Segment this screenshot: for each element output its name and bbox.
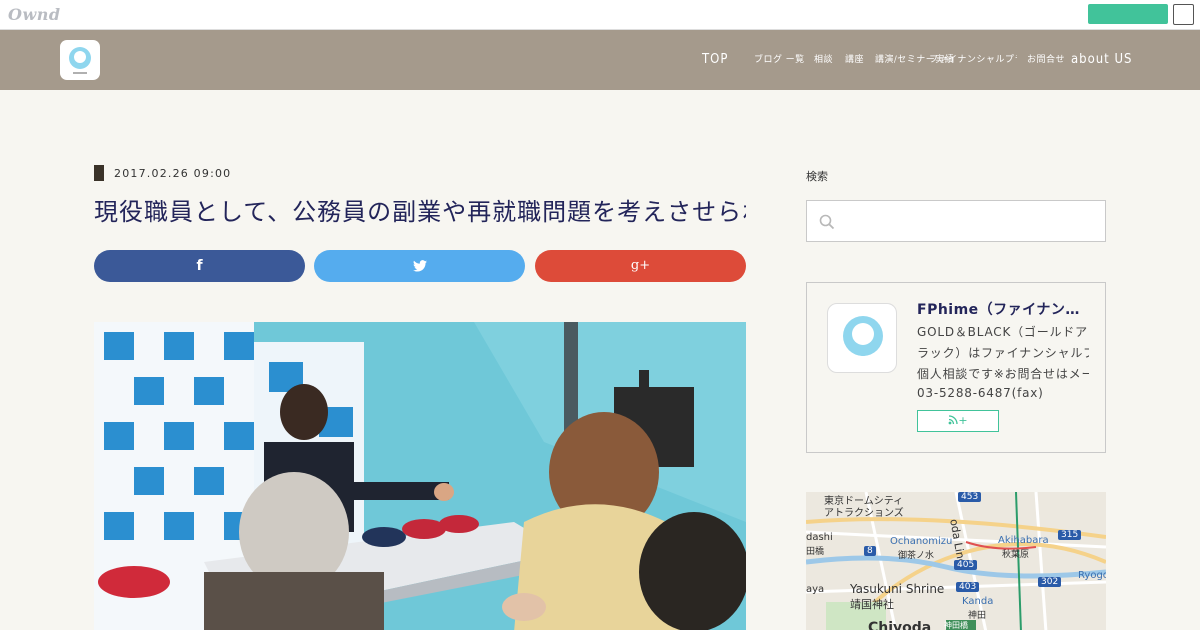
nav-consult[interactable]: 相談 [814, 30, 833, 90]
map-label-ochanomizu: Ochanomizu [890, 536, 953, 547]
nav-contact[interactable]: お問合せ [1027, 30, 1065, 90]
article-title: 現役職員として、公務員の副業や再就職問題を考えさせられる一日でした [94, 198, 746, 226]
profile-description-line: 03-5288-6487(fax) [917, 386, 1044, 400]
map-label-tabashi: 田橋 [806, 547, 825, 557]
route-badge: 302 [1038, 577, 1062, 587]
map-label-yasukuni-jp: 靖国神社 [850, 598, 894, 611]
search-heading: 検索 [806, 170, 828, 183]
nav-course[interactable]: 講座 [845, 30, 864, 90]
route-badge: 453 [958, 492, 982, 502]
map-label-yasukuni: Yasukuni Shrine [850, 582, 945, 596]
seminar-photo-illustration [94, 322, 746, 630]
map-label-akihabara-jp: 秋葉原 [1002, 550, 1030, 560]
map-label-dashi: dashi [806, 532, 833, 543]
profile-description-line: GOLD＆BLACK（ゴールドアンドブ [917, 325, 1089, 339]
location-map[interactable]: 東京ドームシティ アトラクションズ Ochanomizu 御茶ノ水 Akihab… [806, 492, 1106, 630]
owned-menu-button[interactable] [1173, 4, 1194, 25]
article-photo [94, 322, 746, 630]
googleplus-share-button[interactable]: g+ [535, 250, 746, 282]
map-label-ryogoku: Ryogo [1078, 570, 1106, 581]
twitter-icon [412, 260, 427, 272]
rss-label: + [958, 414, 968, 427]
map-label-attractions: アトラクションズ [824, 508, 904, 519]
nav-blog-list[interactable]: ブログ ー覧 [754, 30, 805, 90]
rss-follow-button[interactable]: + [917, 410, 999, 432]
facebook-icon: f [196, 258, 203, 274]
profile-name[interactable]: FPhime（ファイナンシャルプランナー事務所） [917, 299, 1089, 319]
twitter-share-button[interactable] [314, 250, 525, 282]
route-badge: 403 [956, 582, 980, 592]
rss-icon [948, 415, 959, 425]
article-date: 2017.02.26 09:00 [114, 167, 232, 180]
profile-description-line: ラック）はファイナンシャルプランナーの [917, 346, 1089, 360]
site-logo[interactable] [60, 40, 100, 80]
nav-office[interactable]: ファイナンシャルプランナー 事務所 概要 [929, 30, 1017, 90]
owned-top-bar: Ownd [0, 0, 1200, 30]
date-marker [94, 165, 104, 181]
route-badge: 8 [864, 546, 876, 556]
site-header: TOP ブログ ー覧 相談 講座 講演/セミナー実績 ファイナンシャルプランナー… [0, 30, 1200, 90]
map-label-kandabashi: 神田橋 [944, 621, 968, 630]
profile-card: FPhime（ファイナンシャルプランナー事務所） GOLD＆BLACK（ゴールド… [806, 282, 1106, 453]
map-label-kanda: Kanda [962, 596, 994, 607]
map-label-aya: aya [806, 584, 825, 595]
owned-signup-button[interactable] [1088, 4, 1168, 24]
fphime-avatar-icon [843, 316, 883, 356]
map-label-akihabara: Akihabara [998, 535, 1049, 546]
search-input[interactable] [806, 200, 1106, 242]
owned-logo[interactable]: Ownd [8, 5, 61, 24]
map-label-kanda-jp: 神田 [968, 611, 987, 621]
nav-top[interactable]: TOP [702, 30, 728, 90]
search-icon [819, 214, 835, 230]
profile-description-line: 個人相談です※お問合せはメールか [917, 367, 1089, 381]
googleplus-icon: g+ [630, 258, 651, 273]
route-badge: 315 [1058, 530, 1082, 540]
profile-avatar[interactable] [827, 303, 897, 373]
route-badge: 405 [954, 560, 978, 570]
fphime-logo-icon [69, 47, 91, 74]
facebook-share-button[interactable]: f [94, 250, 305, 282]
nav-about-us[interactable]: about US [1071, 30, 1132, 90]
map-label-ochanomizu-jp: 御茶ノ水 [898, 551, 935, 561]
map-label-chiyoda: Chiyoda [868, 620, 932, 630]
